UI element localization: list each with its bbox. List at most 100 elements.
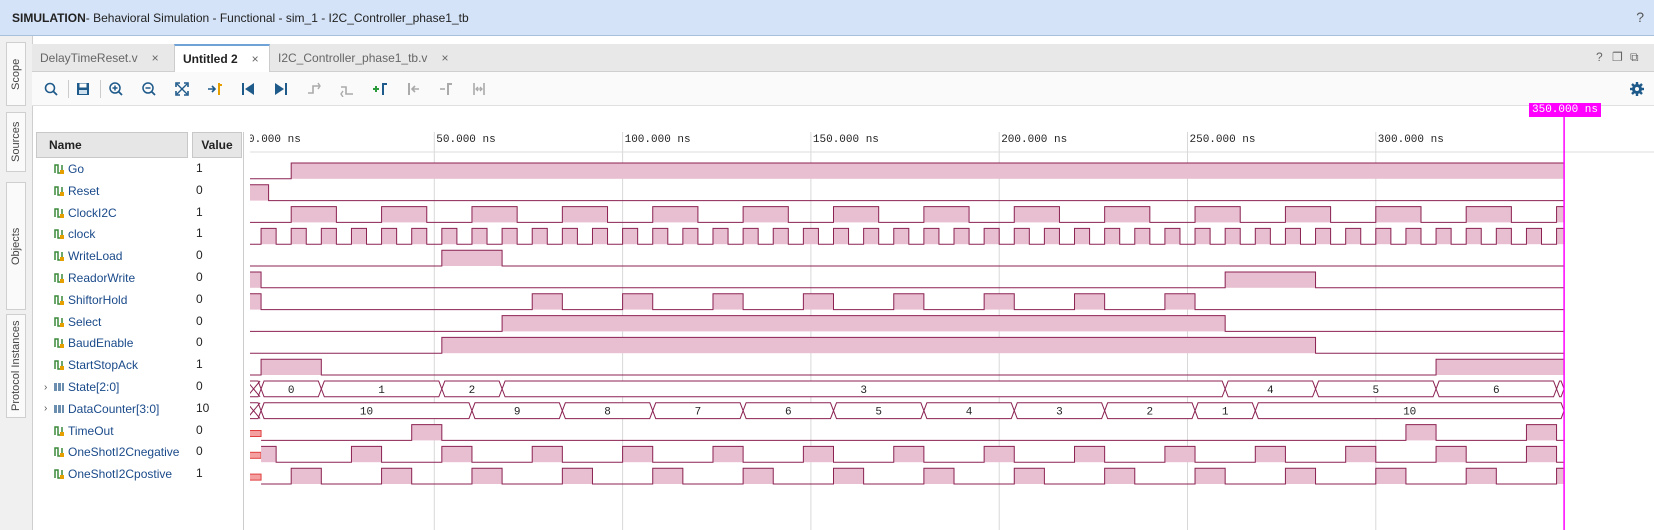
signal-row[interactable]: Go — [44, 158, 84, 180]
wave-high-fill — [471, 206, 518, 223]
previous-marker-icon[interactable] — [404, 80, 422, 98]
wave-high-fill — [803, 293, 834, 310]
signal-row[interactable]: TimeOut — [44, 420, 114, 442]
wave-high-fill — [1345, 446, 1376, 463]
expand-chevron-icon[interactable]: › — [44, 382, 54, 393]
signal-row[interactable]: ClockI2C — [44, 202, 117, 224]
signal-name: Reset — [68, 183, 100, 198]
time-tick-label: 0.000 ns — [250, 134, 301, 146]
clock-high-fill — [773, 228, 789, 245]
clock-high-fill — [1375, 228, 1391, 245]
save-icon[interactable] — [74, 80, 92, 98]
signal-row[interactable]: OneShotI2Cnegative — [44, 441, 179, 463]
wave-high-fill — [261, 446, 277, 463]
clock-high-fill — [502, 228, 518, 245]
go-to-end-icon[interactable] — [272, 80, 290, 98]
scope-tab[interactable]: Scope — [6, 42, 26, 106]
clock-high-fill — [622, 228, 638, 245]
clock-high-fill — [1285, 228, 1301, 245]
tab-untitled-2[interactable]: Untitled 2 × — [174, 44, 270, 72]
close-icon[interactable]: × — [441, 51, 448, 65]
previous-transition-icon[interactable] — [305, 80, 323, 98]
zoom-in-icon[interactable] — [107, 80, 125, 98]
swap-cursors-icon[interactable] — [470, 80, 488, 98]
bus-value-label: 1 — [378, 385, 385, 397]
bus-value-label: 2 — [1147, 407, 1154, 419]
wave-high-fill — [351, 446, 382, 463]
restore-icon[interactable]: ❐ — [1612, 50, 1623, 64]
value-column-header[interactable]: Value — [192, 132, 242, 158]
bus-segment — [1556, 380, 1565, 398]
wave-high-fill — [502, 315, 1226, 332]
close-icon[interactable]: × — [152, 51, 159, 65]
signal-row[interactable]: ReadorWrite — [44, 267, 135, 289]
pane-divider[interactable] — [243, 132, 244, 530]
signal-row[interactable]: Reset — [44, 180, 99, 202]
close-icon[interactable]: × — [252, 52, 259, 66]
clock-high-fill — [1044, 228, 1060, 245]
signal-name: OneShotI2Cnegative — [68, 445, 180, 460]
tab-i2c-controller-tb[interactable]: I2C_Controller_phase1_tb.v × — [270, 44, 454, 72]
unknown-segment — [250, 451, 262, 459]
signal-row[interactable]: Select — [44, 311, 101, 333]
name-column-header[interactable]: Name — [36, 132, 188, 158]
search-icon[interactable] — [42, 80, 60, 98]
clock-high-fill — [1556, 228, 1565, 245]
next-transition-icon[interactable] — [338, 80, 356, 98]
signal-name: Select — [68, 314, 102, 329]
signal-row[interactable]: › State[2:0] — [44, 376, 119, 398]
clock-high-fill — [1255, 228, 1271, 245]
gear-icon[interactable] — [1628, 80, 1646, 98]
bit-signal-icon — [54, 338, 64, 349]
bus-value-label: 10 — [360, 407, 373, 419]
clock-high-fill — [984, 228, 1000, 245]
float-window-icon[interactable]: ⧉ — [1630, 50, 1639, 65]
signal-row[interactable]: ShiftorHold — [44, 289, 127, 311]
wave-high-fill — [923, 468, 955, 484]
bit-signal-icon — [54, 207, 64, 218]
wave-high-fill — [1104, 468, 1135, 484]
signal-name: OneShotI2Cpostive — [68, 467, 173, 482]
wave-high-fill — [381, 468, 412, 484]
help-icon[interactable]: ? — [1636, 9, 1644, 25]
tab-delaytimereset[interactable]: DelayTimeReset.v × — [32, 44, 174, 72]
wave-high-fill — [984, 446, 1015, 463]
wave-high-fill — [712, 446, 744, 463]
objects-tab[interactable]: Objects — [6, 182, 26, 310]
go-to-start-icon[interactable] — [239, 80, 257, 98]
zoom-out-icon[interactable] — [140, 80, 158, 98]
signal-row[interactable]: WriteLoad — [44, 245, 122, 267]
signal-value: 0 — [196, 422, 203, 437]
tab-label: DelayTimeReset.v — [40, 51, 138, 65]
time-tick-label: 200.000 ns — [1001, 134, 1067, 146]
signal-name: TimeOut — [68, 423, 114, 438]
clock-high-fill — [1164, 228, 1180, 245]
tab-label: I2C_Controller_phase1_tb.v — [278, 51, 428, 65]
wave-trace — [261, 424, 1565, 441]
add-marker-icon[interactable] — [371, 80, 389, 98]
protocol-instances-tab[interactable]: Protocol Instances — [6, 314, 26, 418]
waveform-canvas[interactable]: 0.000 ns 50.000 ns 100.000 ns 150.000 ns 200… — [250, 106, 1654, 530]
wave-high-fill — [1466, 206, 1512, 223]
time-tick-label: 150.000 ns — [813, 134, 879, 146]
signal-row[interactable]: clock — [44, 223, 95, 245]
go-to-cursor-icon[interactable] — [206, 80, 224, 98]
wave-high-fill — [893, 446, 924, 463]
help-icon[interactable]: ? — [1596, 50, 1603, 64]
signal-value: 0 — [196, 291, 203, 306]
wave-high-fill — [1436, 446, 1467, 463]
zoom-fit-icon[interactable] — [173, 80, 191, 98]
wave-high-fill — [622, 293, 653, 310]
bit-signal-icon — [54, 425, 64, 436]
signal-row[interactable]: OneShotI2Cpostive — [44, 463, 172, 485]
bit-signal-icon — [54, 295, 64, 305]
next-marker-icon[interactable] — [437, 80, 455, 98]
bus-value-label: 5 — [1372, 385, 1379, 397]
wave-high-fill — [250, 293, 262, 310]
time-tick-label: 300.000 ns — [1378, 134, 1444, 146]
expand-chevron-icon[interactable]: › — [44, 403, 54, 414]
signal-row[interactable]: StartStopAck — [44, 354, 138, 376]
signal-row[interactable]: BaudEnable — [44, 332, 133, 354]
signal-row[interactable]: › DataCounter[3:0] — [44, 398, 159, 420]
sources-tab[interactable]: Sources — [6, 112, 26, 172]
